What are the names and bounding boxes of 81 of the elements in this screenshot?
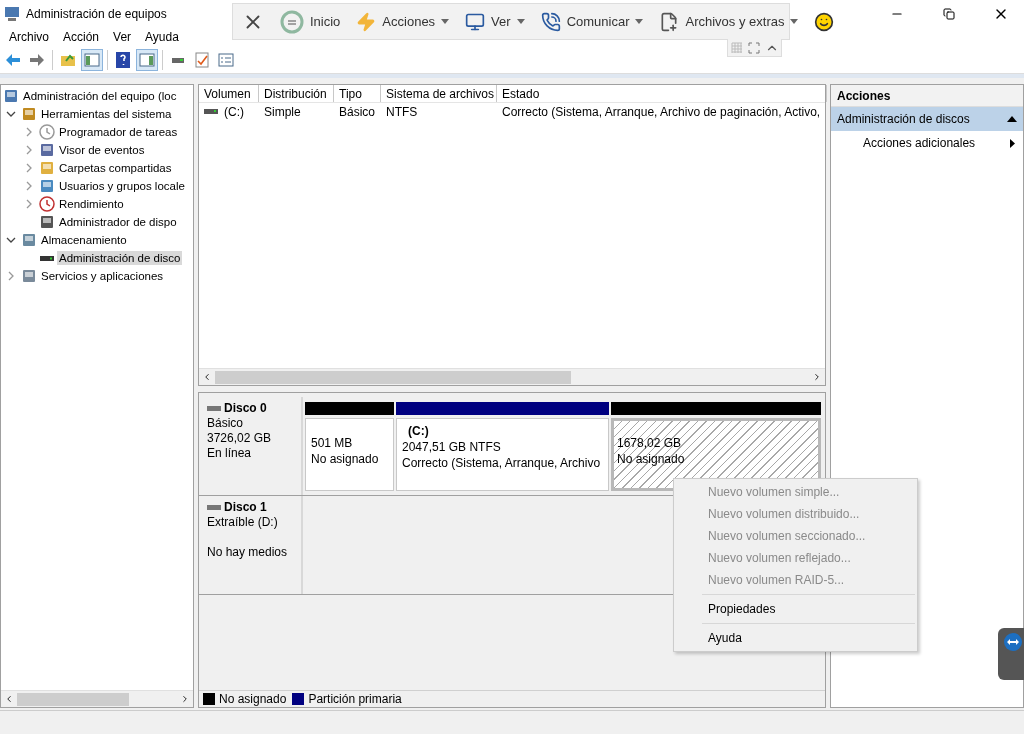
table-cell: Básico	[339, 105, 376, 119]
remote-toolbar-button[interactable]: Inicio	[277, 6, 344, 37]
scroll-right-icon[interactable]	[180, 694, 190, 704]
scroll-right-icon[interactable]	[812, 372, 822, 382]
actions-section-header[interactable]: Administración de discos	[831, 107, 1023, 131]
list-icon	[218, 52, 234, 67]
menu-item[interactable]: Propiedades	[674, 598, 917, 620]
disk-type: Extraíble (D:)	[207, 515, 279, 530]
submenu-caret-icon	[1010, 138, 1015, 148]
partition-status: No asignado	[617, 451, 686, 467]
menu-item[interactable]: Ver	[106, 28, 139, 46]
fullscreen-icon	[747, 41, 760, 54]
phone-icon	[540, 11, 561, 32]
table-cell: Correcto (Sistema, Arranque, Archivo de paginación, Activo,	[502, 105, 821, 119]
table-cell: Simple	[264, 105, 301, 119]
disk-status: No hay medios	[207, 545, 289, 560]
remote-control-tab[interactable]	[998, 628, 1024, 680]
tree-item[interactable]: Carpetas compartidas	[57, 161, 174, 175]
partition-status: Correcto (Sistema, Arranque, Archivo	[402, 455, 602, 471]
help-icon	[116, 51, 130, 68]
partition-size: 501 MB	[311, 435, 354, 451]
disk-type: Básico	[207, 416, 245, 431]
tree-item[interactable]: Administración del equipo (loc	[21, 89, 179, 103]
tree-item[interactable]: Programador de tareas	[57, 125, 180, 139]
menu-item[interactable]: Ayuda	[138, 28, 186, 46]
clock-icon	[39, 124, 55, 140]
forward-arrow-icon	[29, 52, 45, 67]
menu-item[interactable]: Acción	[56, 28, 107, 46]
tree-item[interactable]: Visor de eventos	[57, 143, 147, 157]
menu-item[interactable]: Ayuda	[674, 627, 917, 649]
remote-toolbar-button[interactable]: Comunicar	[537, 6, 647, 37]
checklist-icon	[195, 51, 209, 68]
file-icon	[659, 11, 680, 32]
legend-label: No asignado	[219, 692, 287, 706]
partition[interactable]: 501 MB No asignado	[305, 418, 394, 491]
tree-item[interactable]: Servicios y aplicaciones	[39, 269, 166, 283]
tree-item[interactable]: Rendimiento	[57, 197, 126, 211]
column-header[interactable]: Estado	[497, 85, 827, 102]
ring-icon	[280, 9, 304, 34]
partition-size: 2047,51 GB NTFS	[402, 439, 502, 455]
column-header[interactable]: Distribución	[259, 85, 334, 102]
scrollbar-thumb[interactable]	[215, 370, 572, 384]
pane-icon	[84, 52, 100, 67]
partition-status: No asignado	[311, 451, 380, 467]
column-header[interactable]: Sistema de archivos	[381, 85, 497, 102]
grip-icon	[730, 41, 743, 54]
restore-icon	[943, 8, 955, 20]
scroll-left-icon[interactable]	[202, 372, 212, 382]
action-item[interactable]: Acciones adicionales	[831, 131, 1023, 155]
scrollbar-thumb[interactable]	[17, 692, 129, 706]
window-title: Administración de equipos	[26, 7, 168, 21]
tree-item[interactable]: Usuarios y grupos locale	[57, 179, 187, 193]
partition-label: (C:)	[407, 423, 430, 439]
back-arrow-icon	[5, 52, 21, 67]
remote-toolbar-button[interactable]: Ver	[462, 6, 528, 37]
smiley-icon	[814, 11, 835, 32]
menu-item[interactable]: Archivo	[2, 28, 56, 46]
column-header[interactable]: Tipo	[334, 85, 381, 102]
table-cell: NTFS	[386, 105, 418, 119]
legend-label: Partición primaria	[308, 692, 402, 706]
remote-toolbar-button[interactable]: Acciones	[353, 6, 453, 37]
tree-item[interactable]: Administración de disco	[57, 251, 183, 265]
tree-item[interactable]: Almacenamiento	[39, 233, 129, 247]
disk-name: Disco 0	[224, 401, 267, 416]
disk-status: En línea	[207, 446, 253, 461]
partition-size: 1678,02 GB	[617, 435, 683, 451]
tree-item[interactable]: Administrador de dispo	[57, 215, 179, 229]
tree-item[interactable]: Herramientas del sistema	[39, 107, 174, 121]
lightning-icon	[356, 11, 377, 32]
disk-name: Disco 1	[224, 500, 267, 515]
table-cell: (C:)	[224, 105, 244, 119]
monitor-icon	[465, 11, 486, 32]
folder-up-icon	[60, 52, 76, 67]
scroll-left-icon[interactable]	[4, 694, 14, 704]
pane-icon	[139, 52, 155, 67]
collapse-caret-icon	[1007, 116, 1017, 122]
column-header[interactable]: Volumen	[199, 85, 259, 102]
remote-toolbar-button[interactable]: Archivos y extras	[656, 6, 802, 37]
actions-title: Acciones	[831, 85, 1023, 107]
partition[interactable]: (C:) 2047,51 GB NTFS Correcto (Sistema, Arranque, Archivo	[396, 418, 609, 491]
disk-size: 3726,02 GB	[207, 431, 273, 446]
